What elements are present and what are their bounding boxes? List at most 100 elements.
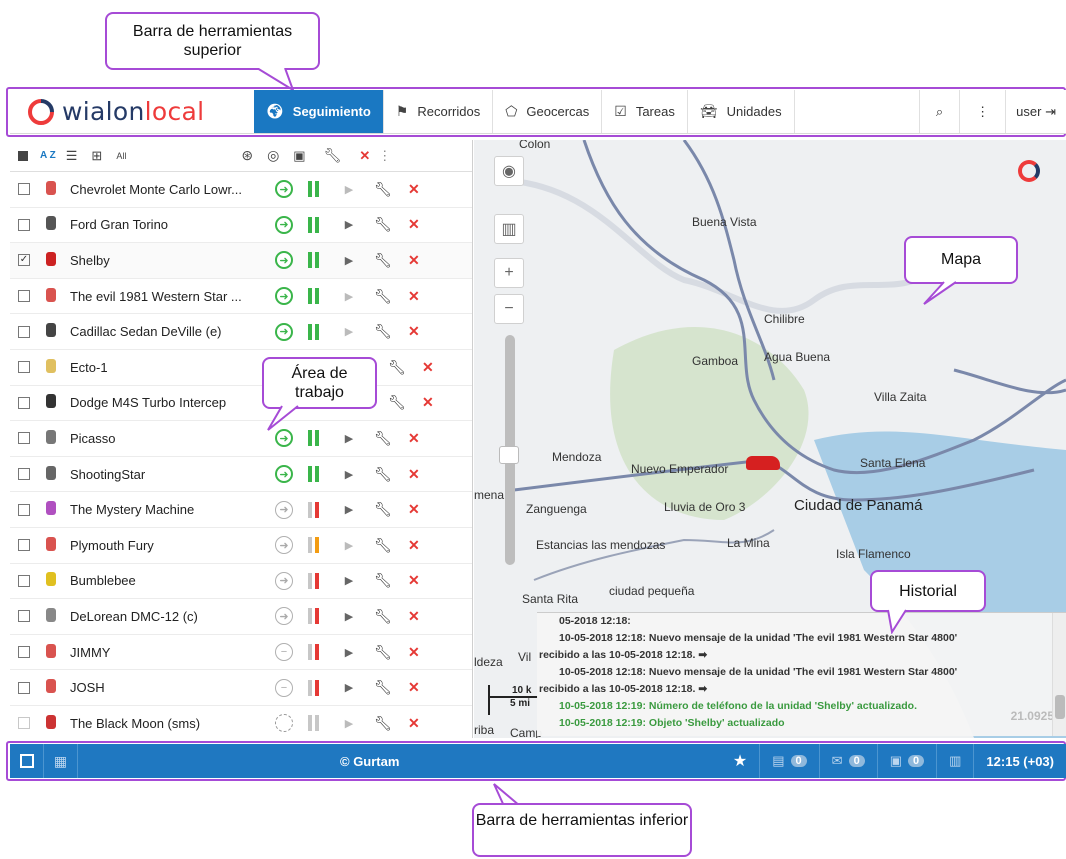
layout-button[interactable]: ▥ [936, 744, 973, 778]
properties-wrench-icon[interactable]: 🔧︎ [374, 537, 392, 554]
unit-name[interactable]: Picasso [70, 431, 265, 446]
connection-state-icon[interactable] [308, 537, 330, 554]
properties-wrench-icon[interactable]: 🔧︎ [374, 430, 392, 447]
play-track-icon[interactable]: ▶ [342, 681, 356, 694]
select-all-checkbox[interactable] [18, 150, 28, 161]
all-units-button[interactable]: All [116, 151, 126, 161]
unit-checkbox[interactable] [18, 574, 30, 587]
unit-name[interactable]: The Mystery Machine [70, 502, 265, 517]
play-track-icon[interactable]: ▶ [342, 646, 356, 659]
remove-unit-icon[interactable]: ✕ [408, 644, 420, 661]
motion-state-icon[interactable] [275, 714, 293, 733]
remove-unit-icon[interactable]: ✕ [408, 252, 420, 269]
tab-unidades[interactable]: 🚘︎ Unidades [688, 90, 795, 133]
unit-name[interactable]: DeLorean DMC-12 (c) [70, 609, 265, 624]
properties-wrench-icon[interactable]: 🔧︎ [374, 323, 392, 340]
unit-row[interactable]: DeLorean DMC-12 (c) ➜ ▶ 🔧︎ ✕ [10, 599, 472, 635]
motion-state-icon[interactable]: ➜ [275, 571, 293, 590]
unit-row[interactable]: Ford Gran Torino ➜ ▶ 🔧︎ ✕ [10, 208, 472, 244]
unit-name[interactable]: Plymouth Fury [70, 538, 265, 553]
unit-row[interactable]: The evil 1981 Western Star ... ➜ ▶ 🔧︎ ✕ [10, 279, 472, 315]
unit-row[interactable]: The Mystery Machine ➜ ▶ 🔧︎ ✕ [10, 492, 472, 528]
zoom-slider-handle[interactable] [499, 446, 519, 464]
connection-state-icon[interactable] [308, 715, 330, 732]
properties-wrench-icon[interactable]: 🔧︎ [374, 572, 392, 589]
properties-wrench-icon[interactable]: 🔧︎ [374, 679, 392, 696]
apps-button[interactable]: ▦ [44, 744, 78, 778]
play-track-icon[interactable]: ▶ [342, 325, 356, 338]
add-units-icon[interactable]: ⊞ [91, 148, 102, 164]
remove-unit-icon[interactable]: ✕ [408, 288, 420, 305]
motion-state-icon[interactable]: ➜ [275, 500, 293, 519]
remove-unit-icon[interactable]: ✕ [408, 181, 420, 198]
play-track-icon[interactable]: ▶ [342, 610, 356, 623]
motion-state-icon[interactable]: ➜ [275, 465, 293, 484]
unit-checkbox[interactable] [18, 468, 30, 481]
remove-unit-icon[interactable]: ✕ [408, 430, 420, 447]
unit-name[interactable]: Cadillac Sedan DeVille (e) [70, 324, 265, 339]
remove-unit-icon[interactable]: ✕ [408, 679, 420, 696]
unit-row[interactable]: Cadillac Sedan DeVille (e) ➜ ▶ 🔧︎ ✕ [10, 314, 472, 350]
map-layers-visibility-button[interactable]: ◉ [494, 156, 524, 186]
history-panel[interactable]: 05-2018 12:18: 10-05-2018 12:18: Nuevo me… [537, 612, 1066, 736]
connection-col-icon[interactable]: ◎ [267, 147, 279, 164]
unit-name[interactable]: JOSH [70, 680, 265, 695]
zoom-out-button[interactable]: − [494, 294, 524, 324]
properties-wrench-icon[interactable]: 🔧︎ [374, 216, 392, 233]
history-scrollbar[interactable] [1052, 613, 1066, 736]
unit-name[interactable]: The evil 1981 Western Star ... [70, 289, 265, 304]
unit-name[interactable]: JIMMY [70, 645, 265, 660]
unit-name[interactable]: The Black Moon (sms) [70, 716, 265, 731]
properties-wrench-icon[interactable]: 🔧︎ [374, 501, 392, 518]
play-track-icon[interactable]: ▶ [342, 503, 356, 516]
remove-unit-icon[interactable]: ✕ [408, 572, 420, 589]
unit-name[interactable]: Shelby [70, 253, 265, 268]
connection-state-icon[interactable] [308, 608, 330, 625]
play-track-icon[interactable]: ▶ [342, 574, 356, 587]
unit-row[interactable]: Chevrolet Monte Carlo Lowr... ➜ ▶ 🔧︎ ✕ [10, 172, 472, 208]
unit-checkbox[interactable] [18, 325, 30, 338]
motion-state-icon[interactable]: ➜ [275, 287, 293, 306]
properties-wrench-icon[interactable]: 🔧︎ [374, 466, 392, 483]
unit-checkbox[interactable] [18, 717, 30, 730]
connection-state-icon[interactable] [308, 430, 330, 447]
remove-unit-icon[interactable]: ✕ [422, 359, 434, 376]
unit-row[interactable]: ShootingStar ➜ ▶ 🔧︎ ✕ [10, 457, 472, 493]
motion-state-icon[interactable]: ➜ [275, 536, 293, 555]
unit-checkbox[interactable] [18, 218, 30, 231]
unit-name[interactable]: Ford Gran Torino [70, 217, 265, 232]
unit-checkbox[interactable] [18, 646, 30, 659]
unit-name[interactable]: Ecto-1 [70, 360, 265, 375]
unit-checkbox[interactable] [18, 290, 30, 303]
motion-stopped-icon[interactable]: − [275, 678, 293, 697]
unit-checkbox[interactable] [18, 432, 30, 445]
properties-wrench-icon[interactable]: 🔧︎ [374, 608, 392, 625]
remove-unit-icon[interactable]: ✕ [408, 466, 420, 483]
shelby-car-marker[interactable] [746, 456, 780, 470]
unit-row[interactable]: Picasso ➜ ▶ 🔧︎ ✕ [10, 421, 472, 457]
motion-state-icon[interactable]: ➜ [275, 607, 293, 626]
play-track-icon[interactable]: ▶ [342, 717, 356, 730]
connection-state-icon[interactable] [308, 288, 330, 305]
events-button[interactable]: ▤ 0 [759, 744, 818, 778]
unit-name[interactable]: Bumblebee [70, 573, 265, 588]
unit-checkbox[interactable] [18, 539, 30, 552]
tab-geocercas[interactable]: ⬠ Geocercas [493, 90, 603, 133]
unit-row[interactable]: ✓ Shelby ➜ ▶ 🔧︎ ✕ [10, 243, 472, 279]
play-track-icon[interactable]: ▶ [342, 539, 356, 552]
unit-checkbox[interactable] [18, 681, 30, 694]
remove-unit-icon[interactable]: ✕ [408, 608, 420, 625]
user-menu[interactable]: user ⇥ [1005, 90, 1066, 133]
column-menu-icon[interactable]: ⋮ [378, 148, 391, 164]
unit-checkbox[interactable] [18, 361, 30, 374]
properties-wrench-icon[interactable]: 🔧︎ [374, 181, 392, 198]
remove-unit-icon[interactable]: ✕ [408, 715, 420, 732]
motion-state-icon[interactable]: ➜ [275, 322, 293, 341]
properties-wrench-icon[interactable]: 🔧︎ [388, 359, 406, 376]
history-scroll-thumb[interactable] [1055, 695, 1065, 719]
unit-row[interactable]: Bumblebee ➜ ▶ 🔧︎ ✕ [10, 564, 472, 600]
properties-col-icon[interactable]: 🔧︎ [324, 147, 342, 164]
unit-checkbox[interactable]: ✓ [18, 254, 30, 267]
more-menu-button[interactable]: ⋮ [959, 90, 1005, 133]
motion-state-icon[interactable]: ➜ [275, 215, 293, 234]
